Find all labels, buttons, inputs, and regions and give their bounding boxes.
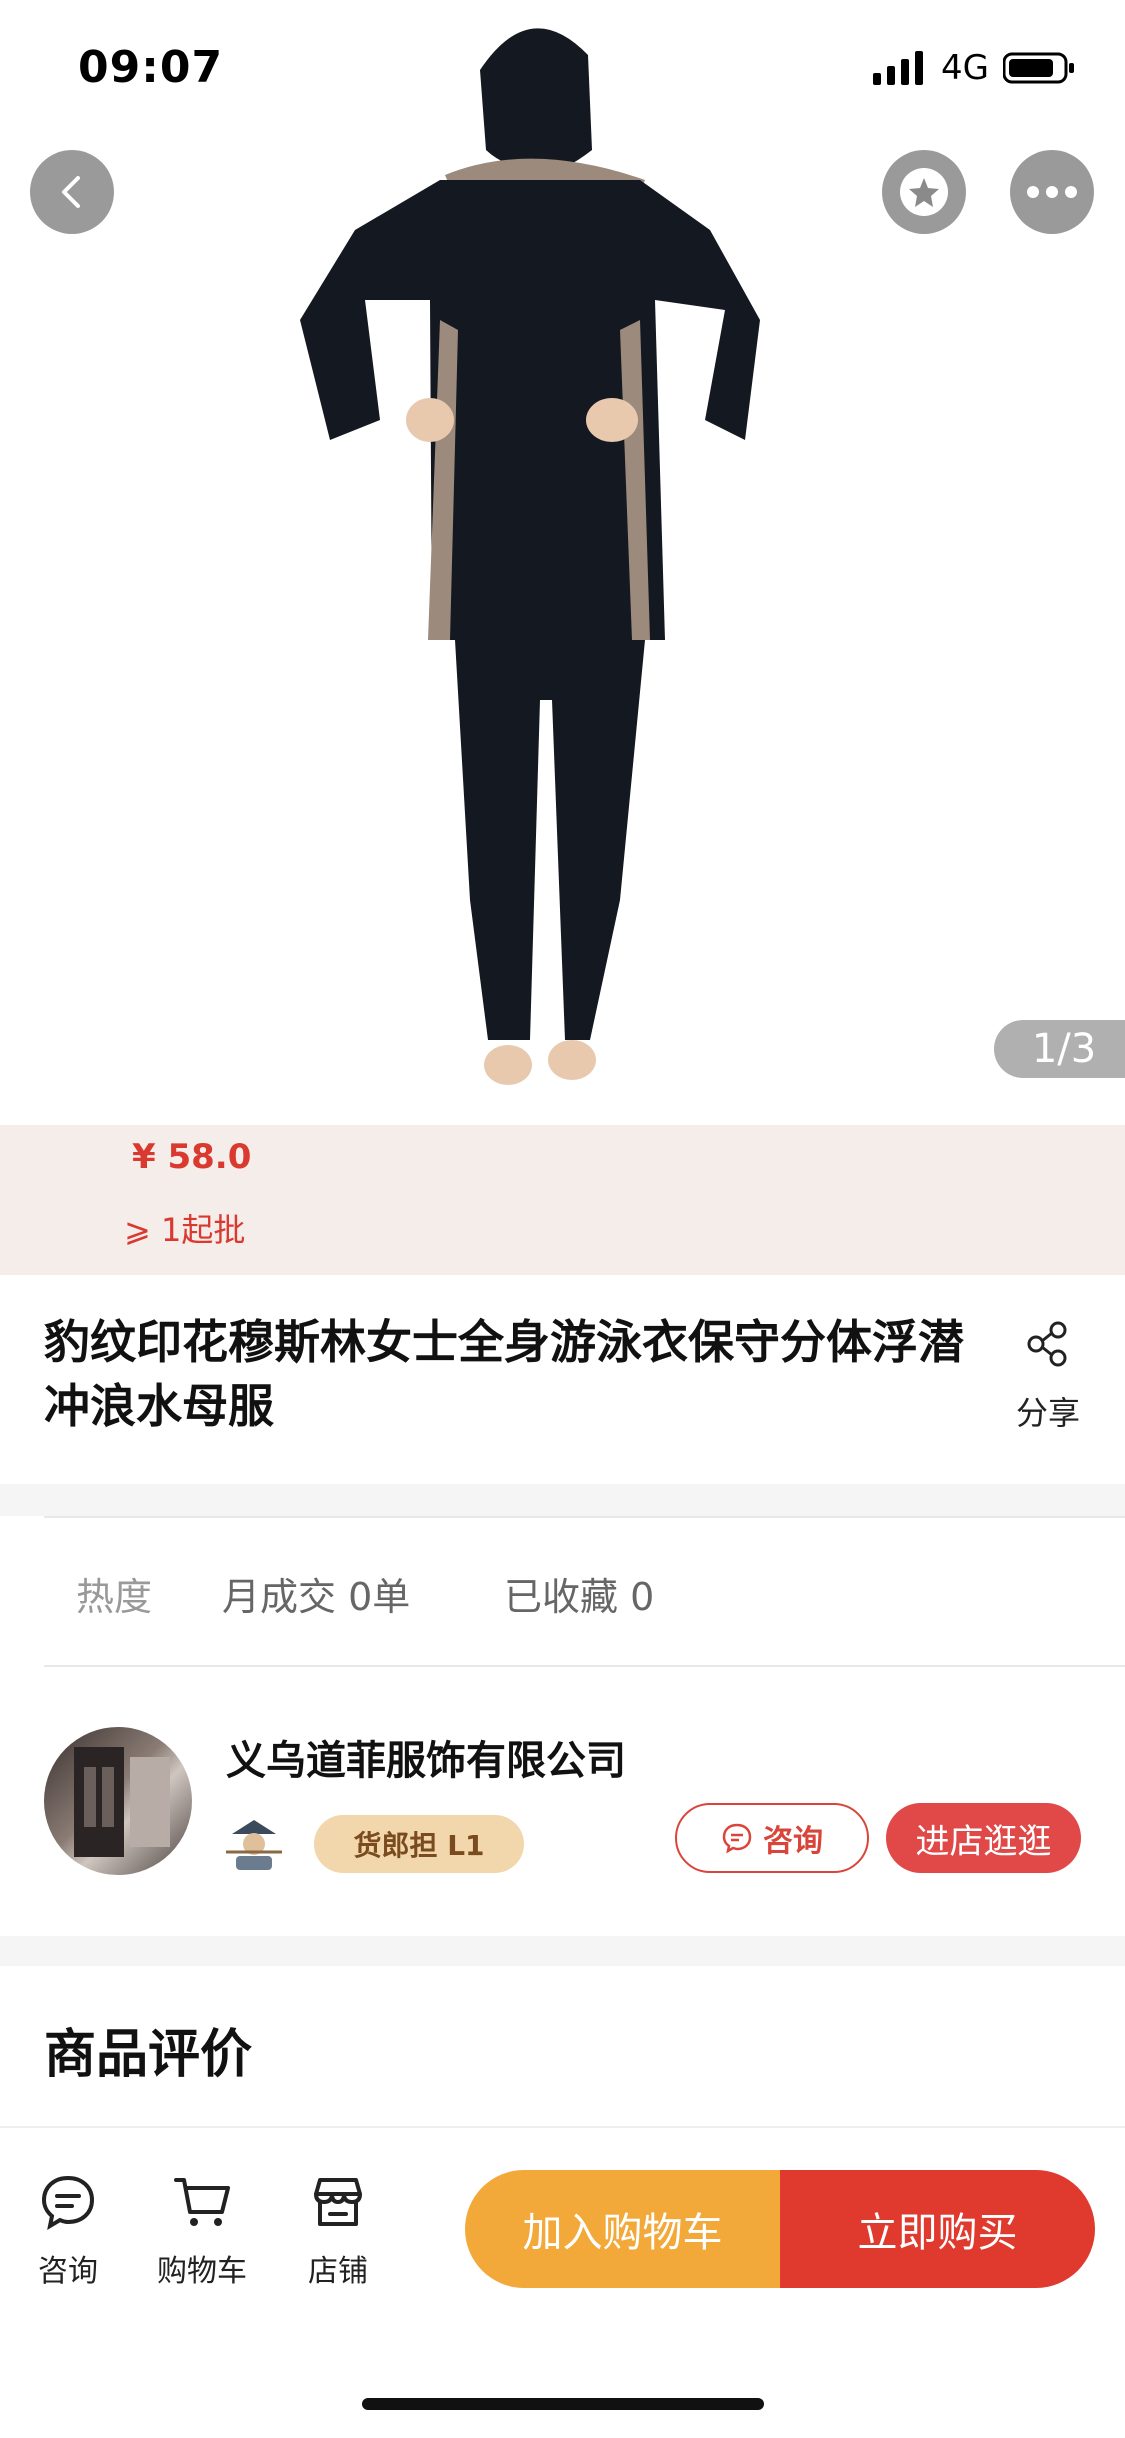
home-indicator[interactable] — [362, 2398, 764, 2410]
product-price: ¥ 58.0 — [132, 1137, 252, 1177]
network-label: 4G — [941, 48, 989, 88]
stat-heat: 热度 — [76, 1575, 153, 1619]
consult-shop-button[interactable]: 咨询 — [675, 1803, 869, 1873]
chevron-left-icon — [62, 176, 80, 208]
signal-icon — [873, 51, 924, 85]
buy-now-button[interactable]: 立即购买 — [780, 2170, 1095, 2288]
image-counter: 1/3 — [994, 1020, 1125, 1078]
reviews-title: 商品评价 — [44, 2025, 253, 2085]
battery-icon — [1003, 52, 1074, 84]
peddler-icon — [226, 1820, 282, 1870]
tab-consult[interactable]: 咨询 — [18, 2172, 118, 2290]
share-label: 分享 — [1015, 1394, 1080, 1432]
tab-label: 购物车 — [157, 2254, 247, 2289]
product-title: 豹纹印花穆斯林女士全身游泳衣保守分体浮潜冲浪水母服 — [44, 1315, 964, 1433]
star-icon — [900, 168, 948, 216]
chat-icon — [41, 2175, 95, 2231]
tab-label: 咨询 — [38, 2254, 98, 2289]
tab-store[interactable]: 店铺 — [288, 2172, 388, 2290]
divider — [44, 1516, 1125, 1518]
status-indicators: 4G — [873, 48, 1075, 88]
tab-cart[interactable]: 购物车 — [152, 2172, 252, 2290]
chat-icon — [722, 1823, 752, 1854]
shop-photo — [74, 1747, 170, 1857]
divider — [44, 1665, 1125, 1667]
more-button[interactable] — [1010, 150, 1094, 234]
shop-level-badge: 货郎担 L1 — [314, 1815, 524, 1873]
more-dots-icon — [1027, 186, 1077, 198]
minimum-order: ⩾ 1起批 — [124, 1211, 246, 1249]
tab-label: 店铺 — [308, 2254, 368, 2289]
shop-avatar[interactable] — [44, 1727, 192, 1875]
shop-name[interactable]: 义乌道菲服饰有限公司 — [226, 1728, 626, 1786]
store-icon — [314, 2178, 362, 2226]
back-button[interactable] — [30, 150, 114, 234]
section-gap — [0, 1936, 1125, 1966]
cart-icon — [174, 2178, 230, 2226]
stats-row: 热度 月成交 0单 已收藏 0 — [76, 1566, 654, 1621]
add-to-cart-button[interactable]: 加入购物车 — [465, 2170, 780, 2288]
stat-favorites: 已收藏 0 — [504, 1575, 655, 1619]
status-time: 09:07 — [78, 42, 224, 93]
share-icon — [1027, 1321, 1067, 1367]
stat-monthly-sales: 月成交 0单 — [222, 1575, 411, 1619]
favorite-button[interactable] — [882, 150, 966, 234]
section-gap — [0, 1484, 1125, 1516]
consult-label: 咨询 — [763, 1824, 823, 1859]
share-button[interactable]: 分享 — [1008, 1320, 1088, 1434]
enter-shop-button[interactable]: 进店逛逛 — [886, 1803, 1081, 1873]
